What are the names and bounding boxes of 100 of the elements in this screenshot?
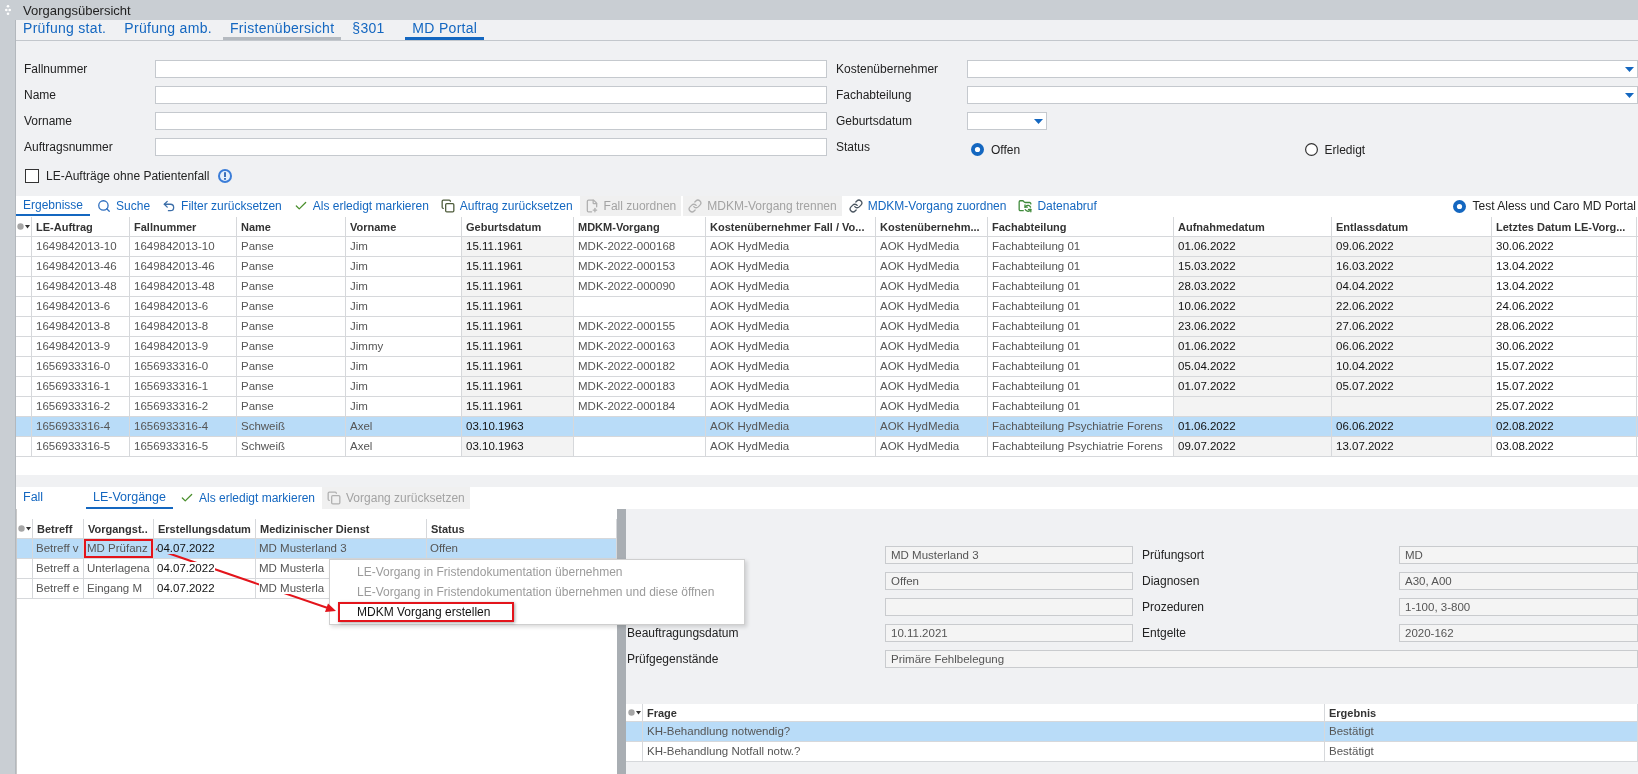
dot-caret-icon[interactable]: [18, 525, 31, 532]
table-row[interactable]: 1649842013-8 1649842013-8 Panse Jim 15.11.1961 MDK-2022-000155 AOK HydMedia AOK HydMedia Fachabteilung 01 23.06.2022 27.06.2022 28.06.2022: [16, 317, 1638, 337]
table-cell: MD Prüfanz: [84, 539, 154, 558]
text-input[interactable]: [155, 112, 827, 130]
tab[interactable]: Prüfung amb.: [117, 20, 219, 40]
table-cell: 1649842013-8: [130, 317, 237, 336]
column-header[interactable]: Letztes Datum LE-Vorg...: [1492, 217, 1637, 236]
tab[interactable]: Fall: [16, 487, 84, 509]
table-cell: 03.10.1963: [462, 417, 574, 436]
column-header[interactable]: Frage: [643, 704, 1325, 721]
table-row[interactable]: KH-Behandlung notwendig? Bestätigt: [626, 722, 1638, 742]
grip-icon[interactable]: [5, 5, 11, 15]
column-header[interactable]: Kostenübernehmer Fall / Vo...: [706, 217, 876, 236]
table-row[interactable]: 1656933316-0 1656933316-0 Panse Jim 15.11.1961 MDK-2022-000182 AOK HydMedia AOK HydMedia Fachabteilung 01 05.04.2022 10.04.2022 15.07.2022: [16, 357, 1638, 377]
table-row[interactable]: 1649842013-46 1649842013-46 Panse Jim 15.11.1961 MDK-2022-000153 AOK HydMedia AOK HydMedia Fachabteilung 01 15.03.2022 16.03.2022 13.04.2022: [16, 257, 1638, 277]
column-header[interactable]: LE-Auftrag: [32, 217, 130, 236]
text-input[interactable]: [155, 138, 827, 156]
table-cell: AOK HydMedia: [706, 277, 876, 296]
table-cell: 30.06.2022: [1492, 237, 1637, 256]
tab[interactable]: Prüfung stat.: [16, 20, 114, 40]
table-row[interactable]: 1656933316-1 1656933316-1 Panse Jim 15.11.1961 MDK-2022-000183 AOK HydMedia AOK HydMedia Fachabteilung 01 01.07.2022 05.07.2022 15.07.2022: [16, 377, 1638, 397]
table-cell: AOK HydMedia: [706, 397, 876, 416]
field-label: Diagnosen: [1141, 574, 1201, 588]
caret-down-icon: [1625, 66, 1634, 72]
radio-icon[interactable]: [1304, 143, 1318, 156]
table-cell: 09.06.2022: [1332, 237, 1492, 256]
table-row[interactable]: 1649842013-9 1649842013-9 Panse Jimmy 15.11.1961 MDK-2022-000163 AOK HydMedia AOK HydMedia Fachabteilung 01 01.06.2022 06.06.2022 30.06.2022: [16, 337, 1638, 357]
table-row[interactable]: 1649842013-6 1649842013-6 Panse Jim 15.11.1961 AOK HydMedia AOK HydMedia Fachabteilung 01 10.06.2022 22.06.2022 24.06.2022: [16, 297, 1638, 317]
column-header[interactable]: Ergebnis: [1325, 704, 1638, 721]
toolbar-button[interactable]: Suche: [92, 196, 156, 216]
text-input[interactable]: [155, 86, 827, 104]
dot-caret-icon[interactable]: [627, 709, 641, 716]
checkbox-icon[interactable]: [25, 169, 39, 183]
table-row[interactable]: 1656933316-4 1656933316-4 Schweiß Axel 03.10.1963 AOK HydMedia AOK HydMedia Fachabteilung Psychiatrie Forens 01.06.2022 06.06.2022 02.08.2022: [16, 417, 1638, 437]
radio-icon[interactable]: [1452, 199, 1466, 213]
column-header[interactable]: Kostenübernehm...: [876, 217, 988, 236]
radio-option[interactable]: Test Aless und Caro MD Portal: [1452, 196, 1638, 216]
column-header[interactable]: Name: [237, 217, 346, 236]
toolbar-button[interactable]: Auftrag zurücksetzen: [435, 196, 578, 216]
table-cell: AOK HydMedia: [876, 417, 988, 436]
menu-item[interactable]: MDKM Vorgang erstellen: [338, 602, 515, 622]
table-row[interactable]: 1649842013-10 1649842013-10 Panse Jim 15.11.1961 MDK-2022-000168 AOK HydMedia AOK HydMedia Fachabteilung 01 01.06.2022 09.06.2022 30.06.2022: [16, 237, 1638, 257]
table-row[interactable]: KH-Behandlung Notfall notw.? Bestätigt: [626, 742, 1638, 762]
table-row[interactable]: Betreff v MD Prüfanz 04.07.2022 MD Musterland 3 Offen: [17, 539, 617, 559]
search-icon: [97, 199, 112, 213]
radio-icon[interactable]: [971, 143, 984, 156]
table-row[interactable]: 1656933316-2 1656933316-2 Panse Jim 15.11.1961 MDK-2022-000184 AOK HydMedia AOK HydMedia Fachabteilung 01 25.07.2022: [16, 397, 1638, 417]
date-dropdown-field[interactable]: [967, 112, 1047, 130]
table-cell: 1656933316-4: [130, 417, 237, 436]
column-header[interactable]: Fallnummer: [130, 217, 237, 236]
column-header[interactable]: Entlassdatum: [1332, 217, 1492, 236]
dropdown-field[interactable]: [967, 60, 1638, 78]
table-cell: Panse: [237, 397, 346, 416]
toolbar-button[interactable]: MDKM-Vorgang zuordnen: [843, 196, 1012, 216]
table-cell: Axel: [346, 437, 462, 456]
column-header[interactable]: Geburtsdatum: [462, 217, 574, 236]
toolbar-button[interactable]: Datenabruf: [1013, 196, 1102, 216]
table-cell: AOK HydMedia: [876, 317, 988, 336]
table-cell: 06.06.2022: [1332, 417, 1492, 436]
table-cell: 13.07.2022: [1332, 437, 1492, 456]
checkbox-option[interactable]: LE-Aufträge ohne Patientenfall: [25, 169, 210, 183]
table-cell: AOK HydMedia: [876, 377, 988, 396]
window-title: Vorgangsübersicht: [23, 2, 131, 18]
text-input[interactable]: [155, 60, 827, 78]
toolbar-button[interactable]: Filter zurücksetzen: [157, 196, 287, 216]
dot-caret-icon[interactable]: [17, 223, 30, 230]
table-cell: 15.11.1961: [462, 337, 574, 356]
table-cell: 01.07.2022: [1174, 377, 1332, 396]
value-field: 1-100, 3-800: [1399, 598, 1638, 616]
column-header[interactable]: Medizinischer Dienst: [256, 519, 427, 538]
check-icon: [180, 491, 194, 505]
column-header[interactable]: Aufnahmedatum: [1174, 217, 1332, 236]
table-cell: AOK HydMedia: [706, 257, 876, 276]
table-cell: AOK HydMedia: [706, 437, 876, 456]
column-header[interactable]: MDKM-Vorgang: [574, 217, 706, 236]
table-row[interactable]: 1649842013-48 1649842013-48 Panse Jim 15.11.1961 MDK-2022-000090 AOK HydMedia AOK HydMedia Fachabteilung 01 28.03.2022 04.04.2022 13.04.2022: [16, 277, 1638, 297]
column-header[interactable]: Fachabteilung: [988, 217, 1174, 236]
tab[interactable]: MD Portal: [405, 20, 485, 40]
column-header[interactable]: Vorname: [346, 217, 462, 236]
radio-option[interactable]: Erledigt: [1304, 142, 1638, 157]
value-field: Primäre Fehlbelegung: [885, 650, 1638, 668]
column-header[interactable]: Betreff: [33, 519, 84, 538]
toolbar-button[interactable]: Als erledigt markieren: [288, 196, 434, 216]
table-row[interactable]: 1656933316-5 1656933316-5 Schweiß Axel 03.10.1963 AOK HydMedia AOK HydMedia Fachabteilung Psychiatrie Forens 09.07.2022 13.07.2022 03.08.2022: [16, 437, 1638, 457]
table-cell: KH-Behandlung Notfall notw.?: [643, 742, 1325, 761]
radio-option[interactable]: Offen: [971, 142, 1305, 157]
table-cell: 15.11.1961: [462, 397, 574, 416]
info-icon[interactable]: [218, 169, 233, 183]
table-cell: Panse: [237, 377, 346, 396]
column-header[interactable]: Erstellungsdatum: [154, 519, 256, 538]
table-cell: Panse: [237, 257, 346, 276]
table-cell: Panse: [237, 277, 346, 296]
toolbar-button[interactable]: Als erledigt markieren: [175, 487, 321, 509]
column-header[interactable]: Vorgangst..: [84, 519, 154, 538]
table-cell: 05.04.2022: [1174, 357, 1332, 376]
table-cell: 1656933316-0: [130, 357, 237, 376]
tab[interactable]: §301: [345, 20, 402, 40]
table-cell: 1649842013-6: [32, 297, 130, 316]
tab[interactable]: Fristenübersicht: [222, 20, 342, 40]
dropdown-field[interactable]: [967, 86, 1638, 104]
